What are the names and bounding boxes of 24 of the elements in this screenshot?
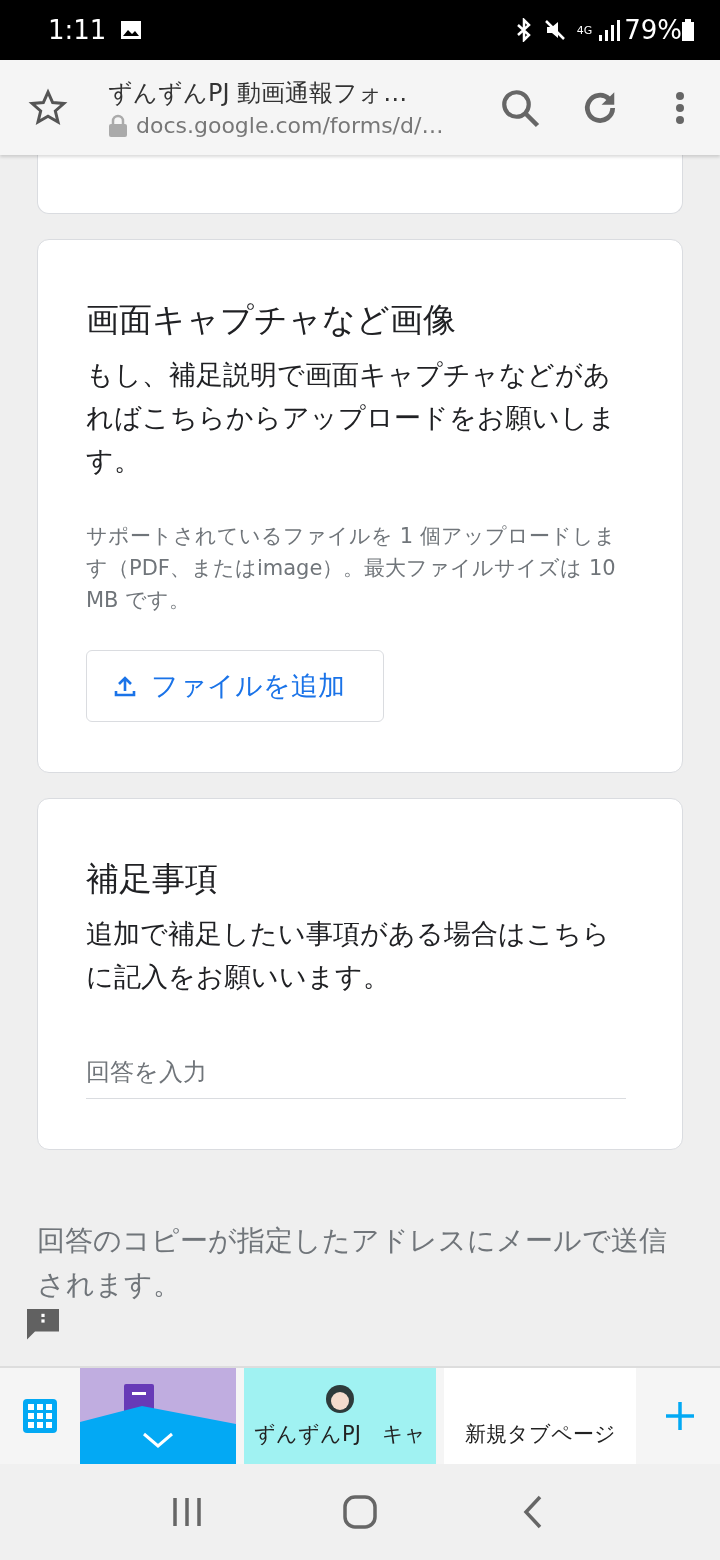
signal-icon [598,19,621,41]
question-description: もし、補足説明で画面キャプチャなどがあればこちらからアップロードをお願いします。 [86,358,617,478]
browser-tab[interactable]: ずんずんPJ キャ [244,1368,436,1464]
footer-note: 回答のコピーが指定したアドレスにメールで送信されます。 [37,1224,667,1301]
battery-percent: 79% [624,15,682,45]
answer-field[interactable]: 回答を入力 [86,1048,626,1099]
network-type: 4G [576,23,593,37]
clock-time: 1:11 [48,15,107,45]
battery-icon [682,19,694,41]
chat-bubble-icon[interactable] [27,1309,59,1341]
question-title: 補足事項 [86,858,219,900]
browser-tab[interactable]: 新規タブページ [444,1368,636,1464]
page-title: ずんずんPJ 動画通報フォ… [108,78,409,109]
upload-help-text: サポートされているファイルを 1 個アップロードします（PDF、またはimage）。最大ファイルサイズは 10 MB です。 [86,523,617,614]
browser-tab[interactable] [80,1368,236,1464]
mute-icon [542,18,567,42]
page-url[interactable]: docs.google.com/forms/d/… [136,113,444,138]
upload-icon [113,674,137,698]
avatar-icon [325,1384,355,1414]
image-icon [120,20,143,40]
lock-icon [108,113,128,138]
question-title: 画面キャプチャなど画像 [86,299,457,341]
question-description: 追加で補足したい事項がある場合はこちらに記入をお願いいます。 [86,917,611,994]
add-file-button[interactable]: ファイルを追加 [86,650,384,722]
